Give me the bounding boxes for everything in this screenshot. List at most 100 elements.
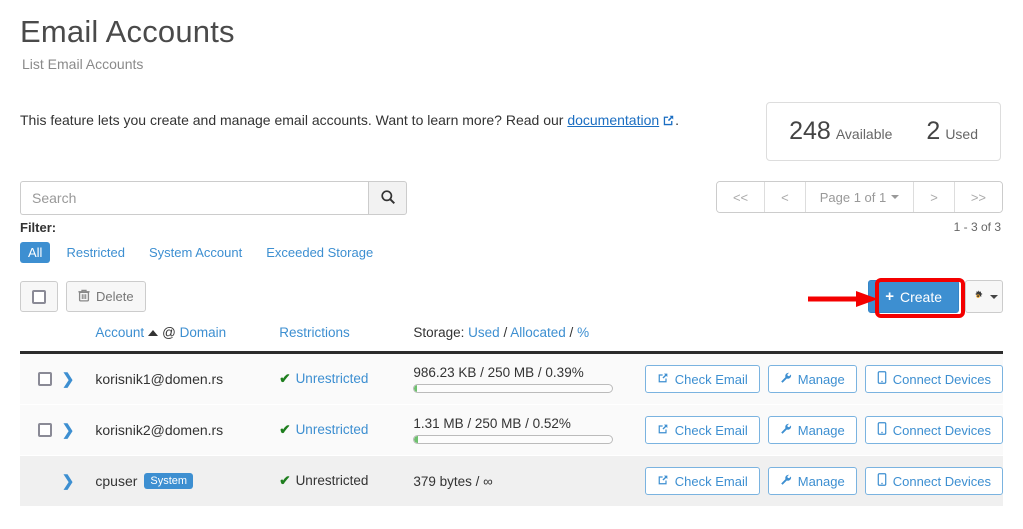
check-email-button[interactable]: Check Email xyxy=(644,416,760,444)
storage-text: 379 bytes / ∞ xyxy=(413,473,493,489)
th-expand xyxy=(61,325,96,354)
intro-text-before: This feature lets you create and manage … xyxy=(20,112,568,128)
search-input[interactable] xyxy=(20,181,368,215)
connect-devices-button[interactable]: Connect Devices xyxy=(864,365,1003,393)
restriction-status[interactable]: Unrestricted xyxy=(296,422,369,437)
check-icon: ✔ xyxy=(279,371,291,386)
bulk-actions: Delete xyxy=(20,281,146,312)
manage-button[interactable]: Manage xyxy=(767,365,857,393)
pagination-controls: << < Page 1 of 1 > >> xyxy=(715,181,1003,213)
delete-label: Delete xyxy=(96,289,134,304)
connect-devices-label: Connect Devices xyxy=(892,371,991,387)
filter-tab-system-account[interactable]: System Account xyxy=(141,242,250,263)
plus-icon: + xyxy=(885,288,894,305)
check-email-label: Check Email xyxy=(674,422,748,438)
wrench-icon xyxy=(780,372,792,387)
row-restriction-cell: ✔ Unrestricted xyxy=(279,456,413,507)
email-accounts-page: Email Accounts List Email Accounts This … xyxy=(0,0,1023,507)
select-all-checkbox[interactable] xyxy=(20,281,58,312)
sort-storage-allocated-link[interactable]: Allocated xyxy=(510,325,566,340)
check-email-button[interactable]: Check Email xyxy=(644,467,760,495)
row-checkbox[interactable] xyxy=(38,372,52,386)
sort-storage-percent-link[interactable]: % xyxy=(577,325,589,340)
external-link-icon xyxy=(657,372,669,387)
sort-storage-used-link[interactable]: Used xyxy=(468,325,500,340)
row-action-buttons: Check Email Manage Connect Devices xyxy=(644,467,1003,495)
row-checkbox[interactable] xyxy=(38,423,52,437)
row-restriction-cell: ✔ Unrestricted xyxy=(279,353,413,405)
sort-restrictions-link[interactable]: Restrictions xyxy=(279,325,350,340)
th-select xyxy=(20,325,62,354)
email-accounts-table: Account @ Domain Restrictions Storage: Us… xyxy=(20,325,1003,507)
pagination-last-button[interactable]: >> xyxy=(954,182,1002,212)
storage-progress-fill xyxy=(414,436,418,443)
system-badge: System xyxy=(144,473,194,489)
sort-account-link[interactable]: Account xyxy=(95,325,144,340)
pagination-first-button[interactable]: << xyxy=(716,182,766,212)
manage-label: Manage xyxy=(797,422,845,438)
wrench-icon xyxy=(780,423,792,438)
storage-progress-fill xyxy=(414,385,418,392)
connect-devices-button[interactable]: Connect Devices xyxy=(864,467,1003,495)
search-icon xyxy=(380,189,396,208)
create-button[interactable]: + Create xyxy=(868,280,959,313)
search-and-filter: Filter: All Restricted System Account Ex… xyxy=(20,181,407,263)
manage-button[interactable]: Manage xyxy=(767,467,857,495)
filter-label: Filter: xyxy=(20,220,57,235)
row-storage-cell: 379 bytes / ∞ xyxy=(413,456,644,507)
account-name: korisnik1@domen.rs xyxy=(95,371,224,387)
th-at-symbol: @ xyxy=(162,325,176,340)
page-subtitle: List Email Accounts xyxy=(22,56,144,72)
th-storage-sep-1: / xyxy=(503,325,508,340)
intro-row: This feature lets you create and manage … xyxy=(20,102,1003,161)
row-actions-cell: Check Email Manage Connect Devices xyxy=(644,353,1003,405)
pagination-page-select[interactable]: Page 1 of 1 xyxy=(805,182,915,212)
storage-progress-bar xyxy=(413,384,614,393)
row-select-cell xyxy=(20,405,62,456)
expand-row-chevron-icon[interactable]: ❯ xyxy=(62,473,75,490)
chevron-down-icon xyxy=(989,294,998,299)
chevron-down-icon xyxy=(891,195,900,199)
available-label: Available xyxy=(835,126,893,142)
sort-ascending-icon xyxy=(148,330,159,336)
filter-tab-exceeded-storage[interactable]: Exceeded Storage xyxy=(258,242,381,263)
check-email-button[interactable]: Check Email xyxy=(644,365,760,393)
table-row: ❯ korisnik2@domen.rs ✔ Unrestricted 1.31 … xyxy=(20,404,1003,456)
mobile-device-icon xyxy=(877,422,887,438)
row-actions-cell: Check Email Manage Connect Devices xyxy=(644,456,1003,507)
expand-row-chevron-icon[interactable]: ❯ xyxy=(62,422,75,439)
pagination-next-button[interactable]: > xyxy=(914,182,955,212)
tools-row: Filter: All Restricted System Account Ex… xyxy=(20,181,1003,263)
storage-text: 1.31 MB / 250 MB / 0.52% xyxy=(413,416,571,431)
stat-available: 248 Available xyxy=(789,117,892,146)
table-header-row: Account @ Domain Restrictions Storage: Us… xyxy=(20,325,1003,354)
connect-devices-button[interactable]: Connect Devices xyxy=(864,416,1003,444)
restriction-status[interactable]: Unrestricted xyxy=(296,371,369,386)
restriction-status: Unrestricted xyxy=(295,473,369,488)
delete-button[interactable]: Delete xyxy=(66,281,146,312)
row-expand-cell: ❯ xyxy=(62,405,96,456)
settings-dropdown-button[interactable] xyxy=(965,280,1003,313)
used-count: 2 xyxy=(926,117,941,145)
search-bar xyxy=(20,181,407,215)
manage-button[interactable]: Manage xyxy=(767,416,857,444)
filter-tab-all[interactable]: All xyxy=(20,242,51,263)
documentation-link[interactable]: documentation xyxy=(567,112,659,128)
pagination-prev-button[interactable]: < xyxy=(765,182,806,212)
filter-tab-restricted[interactable]: Restricted xyxy=(58,242,133,263)
trash-icon xyxy=(78,289,90,305)
th-account-domain: Account @ Domain xyxy=(95,325,280,354)
pagination: << < Page 1 of 1 > >> 1 - 3 of 3 xyxy=(715,181,1003,234)
row-select-cell xyxy=(20,353,62,405)
row-storage-cell: 986.23 KB / 250 MB / 0.39% xyxy=(413,353,644,405)
pagination-page-label: Page 1 of 1 xyxy=(819,189,887,205)
external-link-icon xyxy=(662,114,675,130)
expand-row-chevron-icon[interactable]: ❯ xyxy=(62,371,75,388)
th-restrictions: Restrictions xyxy=(279,325,414,354)
sort-domain-link[interactable]: Domain xyxy=(180,325,227,340)
intro-text-after: . xyxy=(675,112,680,128)
external-link-icon xyxy=(657,423,669,438)
search-button[interactable] xyxy=(368,181,407,215)
checkbox-square-icon xyxy=(32,289,46,304)
check-email-label: Check Email xyxy=(674,371,748,387)
